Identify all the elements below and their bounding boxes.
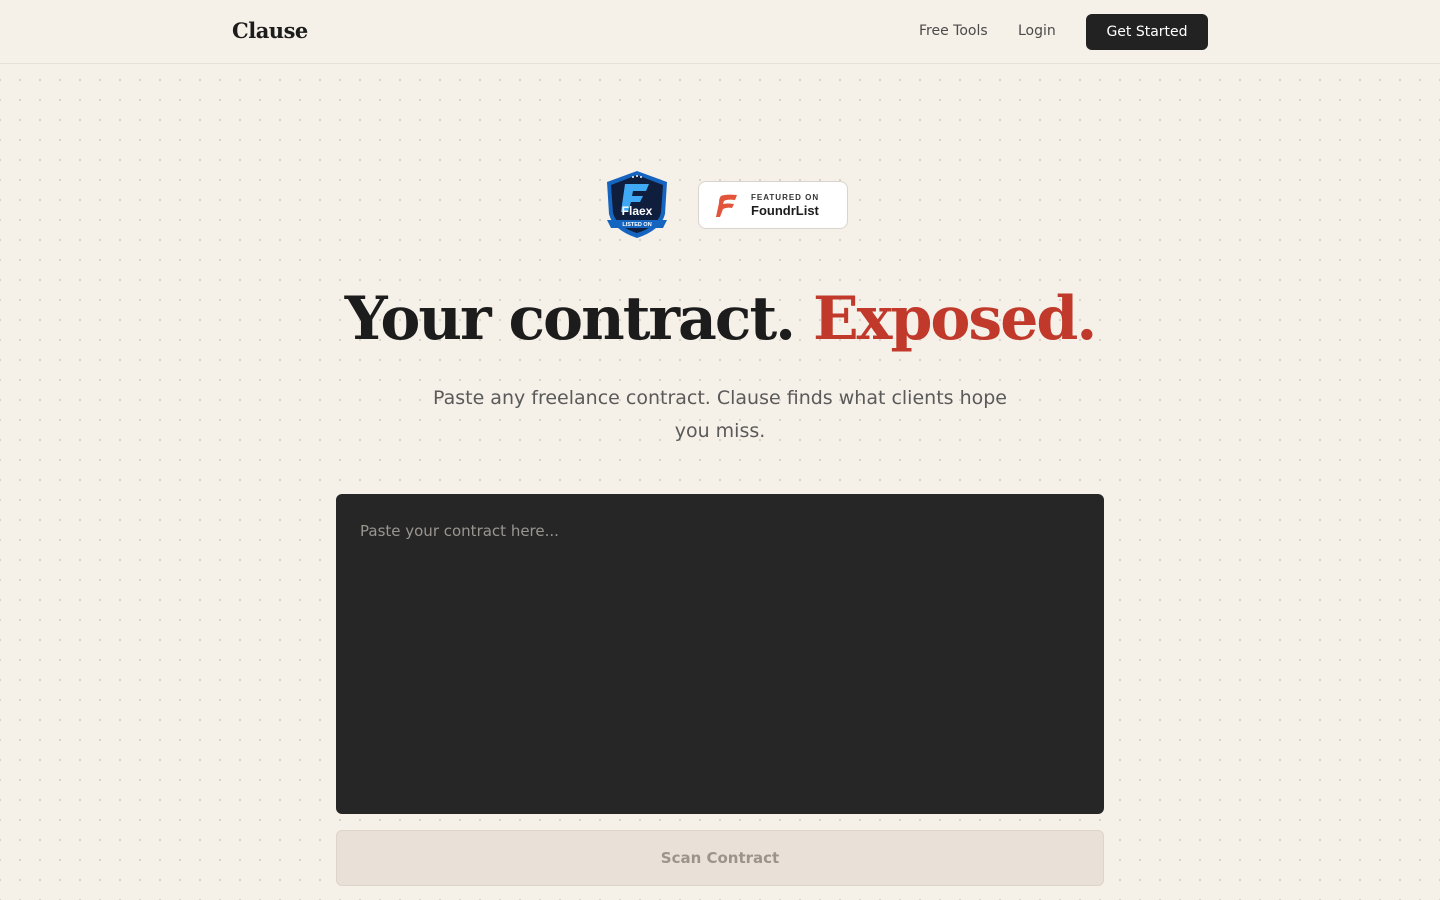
- get-started-button[interactable]: Get Started: [1086, 14, 1208, 50]
- hero-title: Your contract. Exposed.: [0, 284, 1440, 354]
- foundrlist-badge[interactable]: FEATURED ON FoundrList: [698, 181, 848, 229]
- nav-login-link[interactable]: Login: [1018, 23, 1056, 39]
- scan-contract-button[interactable]: Scan Contract: [336, 830, 1104, 886]
- foundrlist-caption: FEATURED ON: [751, 193, 820, 202]
- flaex-badge-caption: LISTED ON: [622, 222, 651, 228]
- logo[interactable]: Clause: [232, 18, 308, 43]
- flaex-badge[interactable]: Flaex LISTED ON: [603, 170, 671, 240]
- nav-free-tools-link[interactable]: Free Tools: [919, 23, 988, 39]
- contract-input[interactable]: [336, 494, 1104, 814]
- foundrlist-logo-icon: [716, 194, 737, 217]
- navbar: Clause Free Tools Login Get Started: [0, 0, 1440, 64]
- badges-row: Flaex LISTED ON FEATURED ON FoundrList: [0, 170, 1440, 240]
- hero-subtitle: Paste any freelance contract. Clause fin…: [432, 387, 1007, 442]
- hero-title-accent: Exposed.: [812, 284, 1097, 354]
- flaex-shield-icon: Flaex LISTED ON: [607, 171, 667, 238]
- flaex-badge-name: Flaex: [622, 204, 653, 218]
- hero-title-main: Your contract.: [344, 284, 796, 354]
- foundrlist-name: FoundrList: [751, 203, 819, 218]
